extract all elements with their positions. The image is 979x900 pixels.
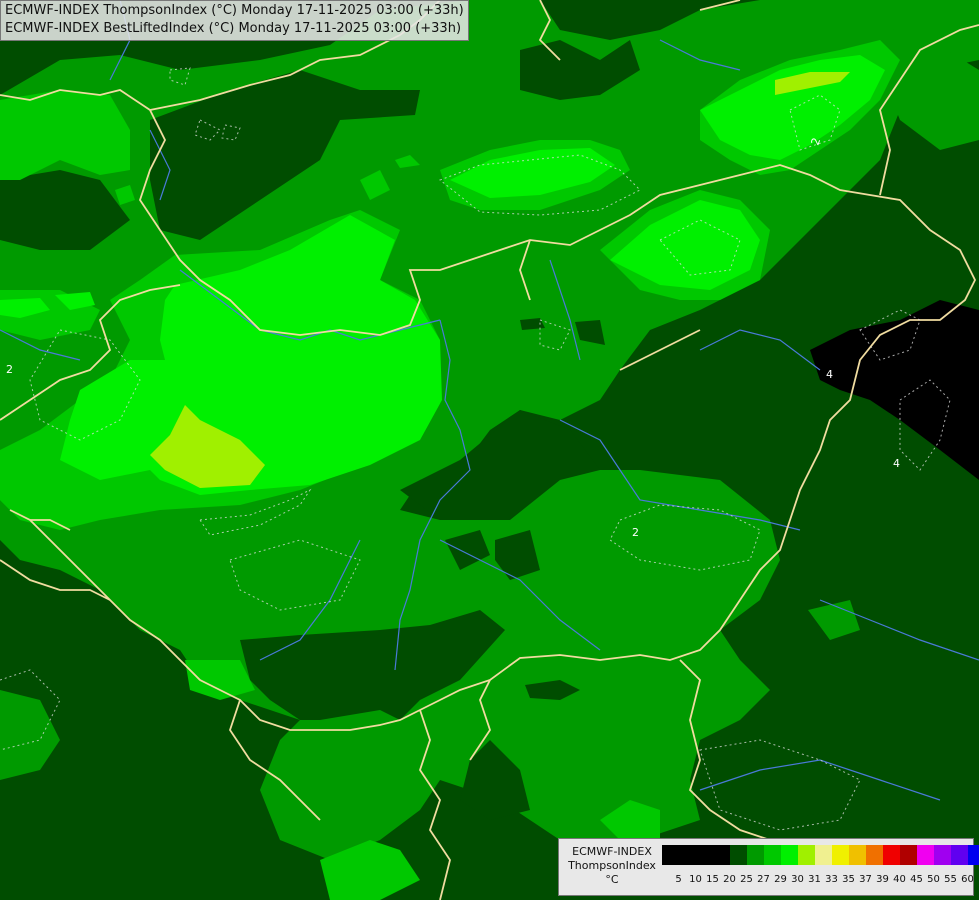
contour-label: 4	[826, 368, 833, 381]
legend-tick-label: 25	[740, 874, 753, 885]
legend-title-index: ThompsonIndex	[568, 859, 656, 872]
legend-swatch	[679, 845, 696, 865]
legend-swatch	[730, 845, 747, 865]
map-title-box: ECMWF-INDEX ThompsonIndex (°C) Monday 17…	[0, 0, 469, 41]
legend-swatch	[815, 845, 832, 865]
title-line-bestlifted: ECMWF-INDEX BestLiftedIndex (°C) Monday …	[5, 21, 462, 36]
legend-swatch	[764, 845, 781, 865]
legend-swatch	[866, 845, 883, 865]
legend-tick-label: 35	[842, 874, 855, 885]
legend-tick-label: 40	[893, 874, 906, 885]
legend-tick-label: 55	[944, 874, 957, 885]
legend-tick-label: 33	[825, 874, 838, 885]
legend-swatch	[968, 845, 979, 865]
legend-swatch	[934, 845, 951, 865]
legend-title: ECMWF-INDEX ThompsonIndex °C	[563, 845, 661, 887]
legend-title-model: ECMWF-INDEX	[572, 845, 652, 858]
legend-swatch	[917, 845, 934, 865]
legend-swatch	[951, 845, 968, 865]
legend-swatch	[713, 845, 730, 865]
legend-title-unit: °C	[605, 873, 619, 886]
legend-tick-label: 39	[876, 874, 889, 885]
legend-swatch	[900, 845, 917, 865]
legend-tick-label: 37	[859, 874, 872, 885]
legend-tick-label: 50	[927, 874, 940, 885]
contour-label: 4	[893, 457, 900, 470]
contour-label: 2	[6, 363, 13, 376]
legend-ticks: 5 10 15 20 25 27 29 30 31 33 35 37 39 40 45 50 55 60	[662, 874, 974, 885]
color-legend: ECMWF-INDEX ThompsonIndex °C 5 10 15 20 25 27…	[558, 838, 979, 896]
legend-swatch	[696, 845, 713, 865]
legend-swatches	[662, 845, 979, 865]
legend-tick-label: 30	[791, 874, 804, 885]
legend-swatch	[781, 845, 798, 865]
legend-swatch	[883, 845, 900, 865]
legend-tick-label: 29	[774, 874, 787, 885]
contour-label: 2	[632, 526, 639, 539]
legend-tick-label: 27	[757, 874, 770, 885]
legend-swatch	[662, 845, 679, 865]
legend-tick-label: 15	[706, 874, 719, 885]
legend-tick-label: 31	[808, 874, 821, 885]
legend-tick-label: 5	[675, 874, 682, 885]
legend-tick-label: 45	[910, 874, 923, 885]
legend-tick-label: 10	[689, 874, 702, 885]
legend-tick-label: 20	[723, 874, 736, 885]
title-line-thompson: ECMWF-INDEX ThompsonIndex (°C) Monday 17…	[5, 3, 464, 18]
legend-swatch	[747, 845, 764, 865]
legend-tick-label: 60	[961, 874, 974, 885]
weather-map: 2 2 2 4 4	[0, 0, 979, 900]
legend-swatch	[849, 845, 866, 865]
legend-swatch	[798, 845, 815, 865]
legend-swatch	[832, 845, 849, 865]
